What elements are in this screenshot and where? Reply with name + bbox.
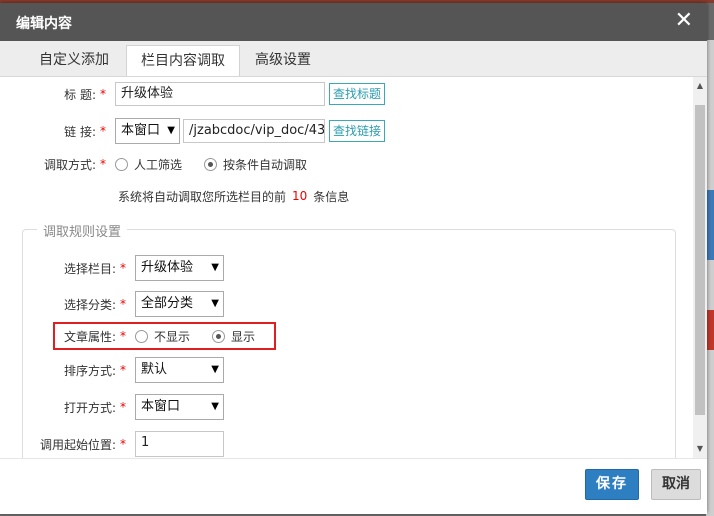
link-row: 链 接: * 本窗口 ▼ /jzabcdoc/vip_doc/439 查找链接 xyxy=(0,118,386,144)
category-label: 选择分类: xyxy=(63,297,116,312)
start-pos-row: 调用起始位置: * 1 xyxy=(0,431,224,457)
dialog-titlebar: 编辑内容 ✕ xyxy=(0,3,707,41)
save-button[interactable]: 保存 xyxy=(585,469,639,500)
content-scrollbar[interactable]: ▲ ▼ xyxy=(693,77,707,458)
column-select[interactable]: 升级体验 ▼ xyxy=(135,255,224,281)
scroll-down-icon[interactable]: ▼ xyxy=(693,444,707,454)
required-mark: * xyxy=(120,400,126,414)
title-label: 标 题: xyxy=(64,87,96,102)
category-row: 选择分类: * 全部分类 ▼ xyxy=(0,291,224,317)
start-pos-label: 调用起始位置: xyxy=(39,437,116,452)
sort-row: 排序方式: * 默认 ▼ xyxy=(0,357,224,383)
highlight-box xyxy=(53,322,276,350)
chevron-down-icon: ▼ xyxy=(211,298,219,309)
required-mark: * xyxy=(100,157,106,171)
rules-legend: 调取规则设置 xyxy=(37,221,128,240)
category-value: 全部分类 xyxy=(141,296,194,311)
required-mark: * xyxy=(120,437,126,451)
open-label: 打开方式: xyxy=(63,400,116,415)
chevron-down-icon: ▼ xyxy=(211,401,219,412)
close-icon[interactable]: ✕ xyxy=(675,9,693,33)
background-page-edge xyxy=(706,40,714,516)
dialog-title: 编辑内容 xyxy=(16,16,72,32)
form-content: 标 题: * 升级体验 查找标题 链 接: * 本窗口 ▼ /jzabcdoc/… xyxy=(0,77,707,458)
scroll-up-icon[interactable]: ▲ xyxy=(693,81,707,91)
tab-custom-add[interactable]: 自定义添加 xyxy=(22,45,126,76)
info-suffix: 条信息 xyxy=(313,189,350,204)
radio-auto[interactable] xyxy=(204,157,218,171)
column-label: 选择栏目: xyxy=(63,261,116,276)
link-label: 链 接: xyxy=(64,124,96,139)
link-input[interactable]: /jzabcdoc/vip_doc/439 xyxy=(183,119,325,143)
find-link-button[interactable]: 查找链接 xyxy=(329,120,386,142)
required-mark: * xyxy=(120,297,126,311)
required-mark: * xyxy=(100,124,106,138)
sort-label: 排序方式: xyxy=(63,363,116,378)
tab-advanced-settings[interactable]: 高级设置 xyxy=(240,45,326,76)
title-row: 标 题: * 升级体验 查找标题 xyxy=(0,81,386,107)
cancel-button[interactable]: 取消 xyxy=(651,469,701,500)
find-title-button[interactable]: 查找标题 xyxy=(329,83,386,105)
required-mark: * xyxy=(100,87,106,101)
open-value: 本窗口 xyxy=(141,399,181,414)
category-select[interactable]: 全部分类 ▼ xyxy=(135,291,224,317)
chevron-down-icon: ▼ xyxy=(211,364,219,375)
column-value: 升级体验 xyxy=(141,260,194,275)
fetch-mode-label: 调取方式: xyxy=(43,157,96,172)
radio-manual[interactable] xyxy=(115,157,128,171)
info-prefix: 系统将自动调取您所选栏目的前 xyxy=(118,189,287,204)
scrollbar-thumb[interactable] xyxy=(695,105,705,415)
dialog-footer: 保存 取消 xyxy=(0,458,707,514)
tab-bar: 自定义添加 栏目内容调取 高级设置 xyxy=(0,41,707,77)
edit-content-dialog: 编辑内容 ✕ 自定义添加 栏目内容调取 高级设置 标 题: * 升级体验 查找标… xyxy=(0,3,707,514)
tab-column-content[interactable]: 栏目内容调取 xyxy=(126,45,240,76)
required-mark: * xyxy=(120,261,126,275)
title-input[interactable]: 升级体验 xyxy=(115,82,325,106)
info-line: 系统将自动调取您所选栏目的前 10 条信息 xyxy=(118,186,349,206)
radio-manual-label: 人工筛选 xyxy=(134,157,183,172)
radio-auto-label: 按条件自动调取 xyxy=(223,157,308,172)
fetch-mode-row: 调取方式: * 人工筛选 按条件自动调取 xyxy=(0,153,329,175)
info-count: 10 xyxy=(292,189,308,203)
chevron-down-icon: ▼ xyxy=(211,262,219,273)
required-mark: * xyxy=(120,363,126,377)
link-target-select[interactable]: 本窗口 ▼ xyxy=(115,118,180,144)
column-row: 选择栏目: * 升级体验 ▼ xyxy=(0,255,224,281)
open-row: 打开方式: * 本窗口 ▼ xyxy=(0,394,224,420)
sort-select[interactable]: 默认 ▼ xyxy=(135,357,224,383)
link-target-value: 本窗口 xyxy=(121,123,161,138)
chevron-down-icon: ▼ xyxy=(167,125,175,136)
sort-value: 默认 xyxy=(141,362,168,377)
start-pos-input[interactable]: 1 xyxy=(135,431,224,457)
open-select[interactable]: 本窗口 ▼ xyxy=(135,394,224,420)
